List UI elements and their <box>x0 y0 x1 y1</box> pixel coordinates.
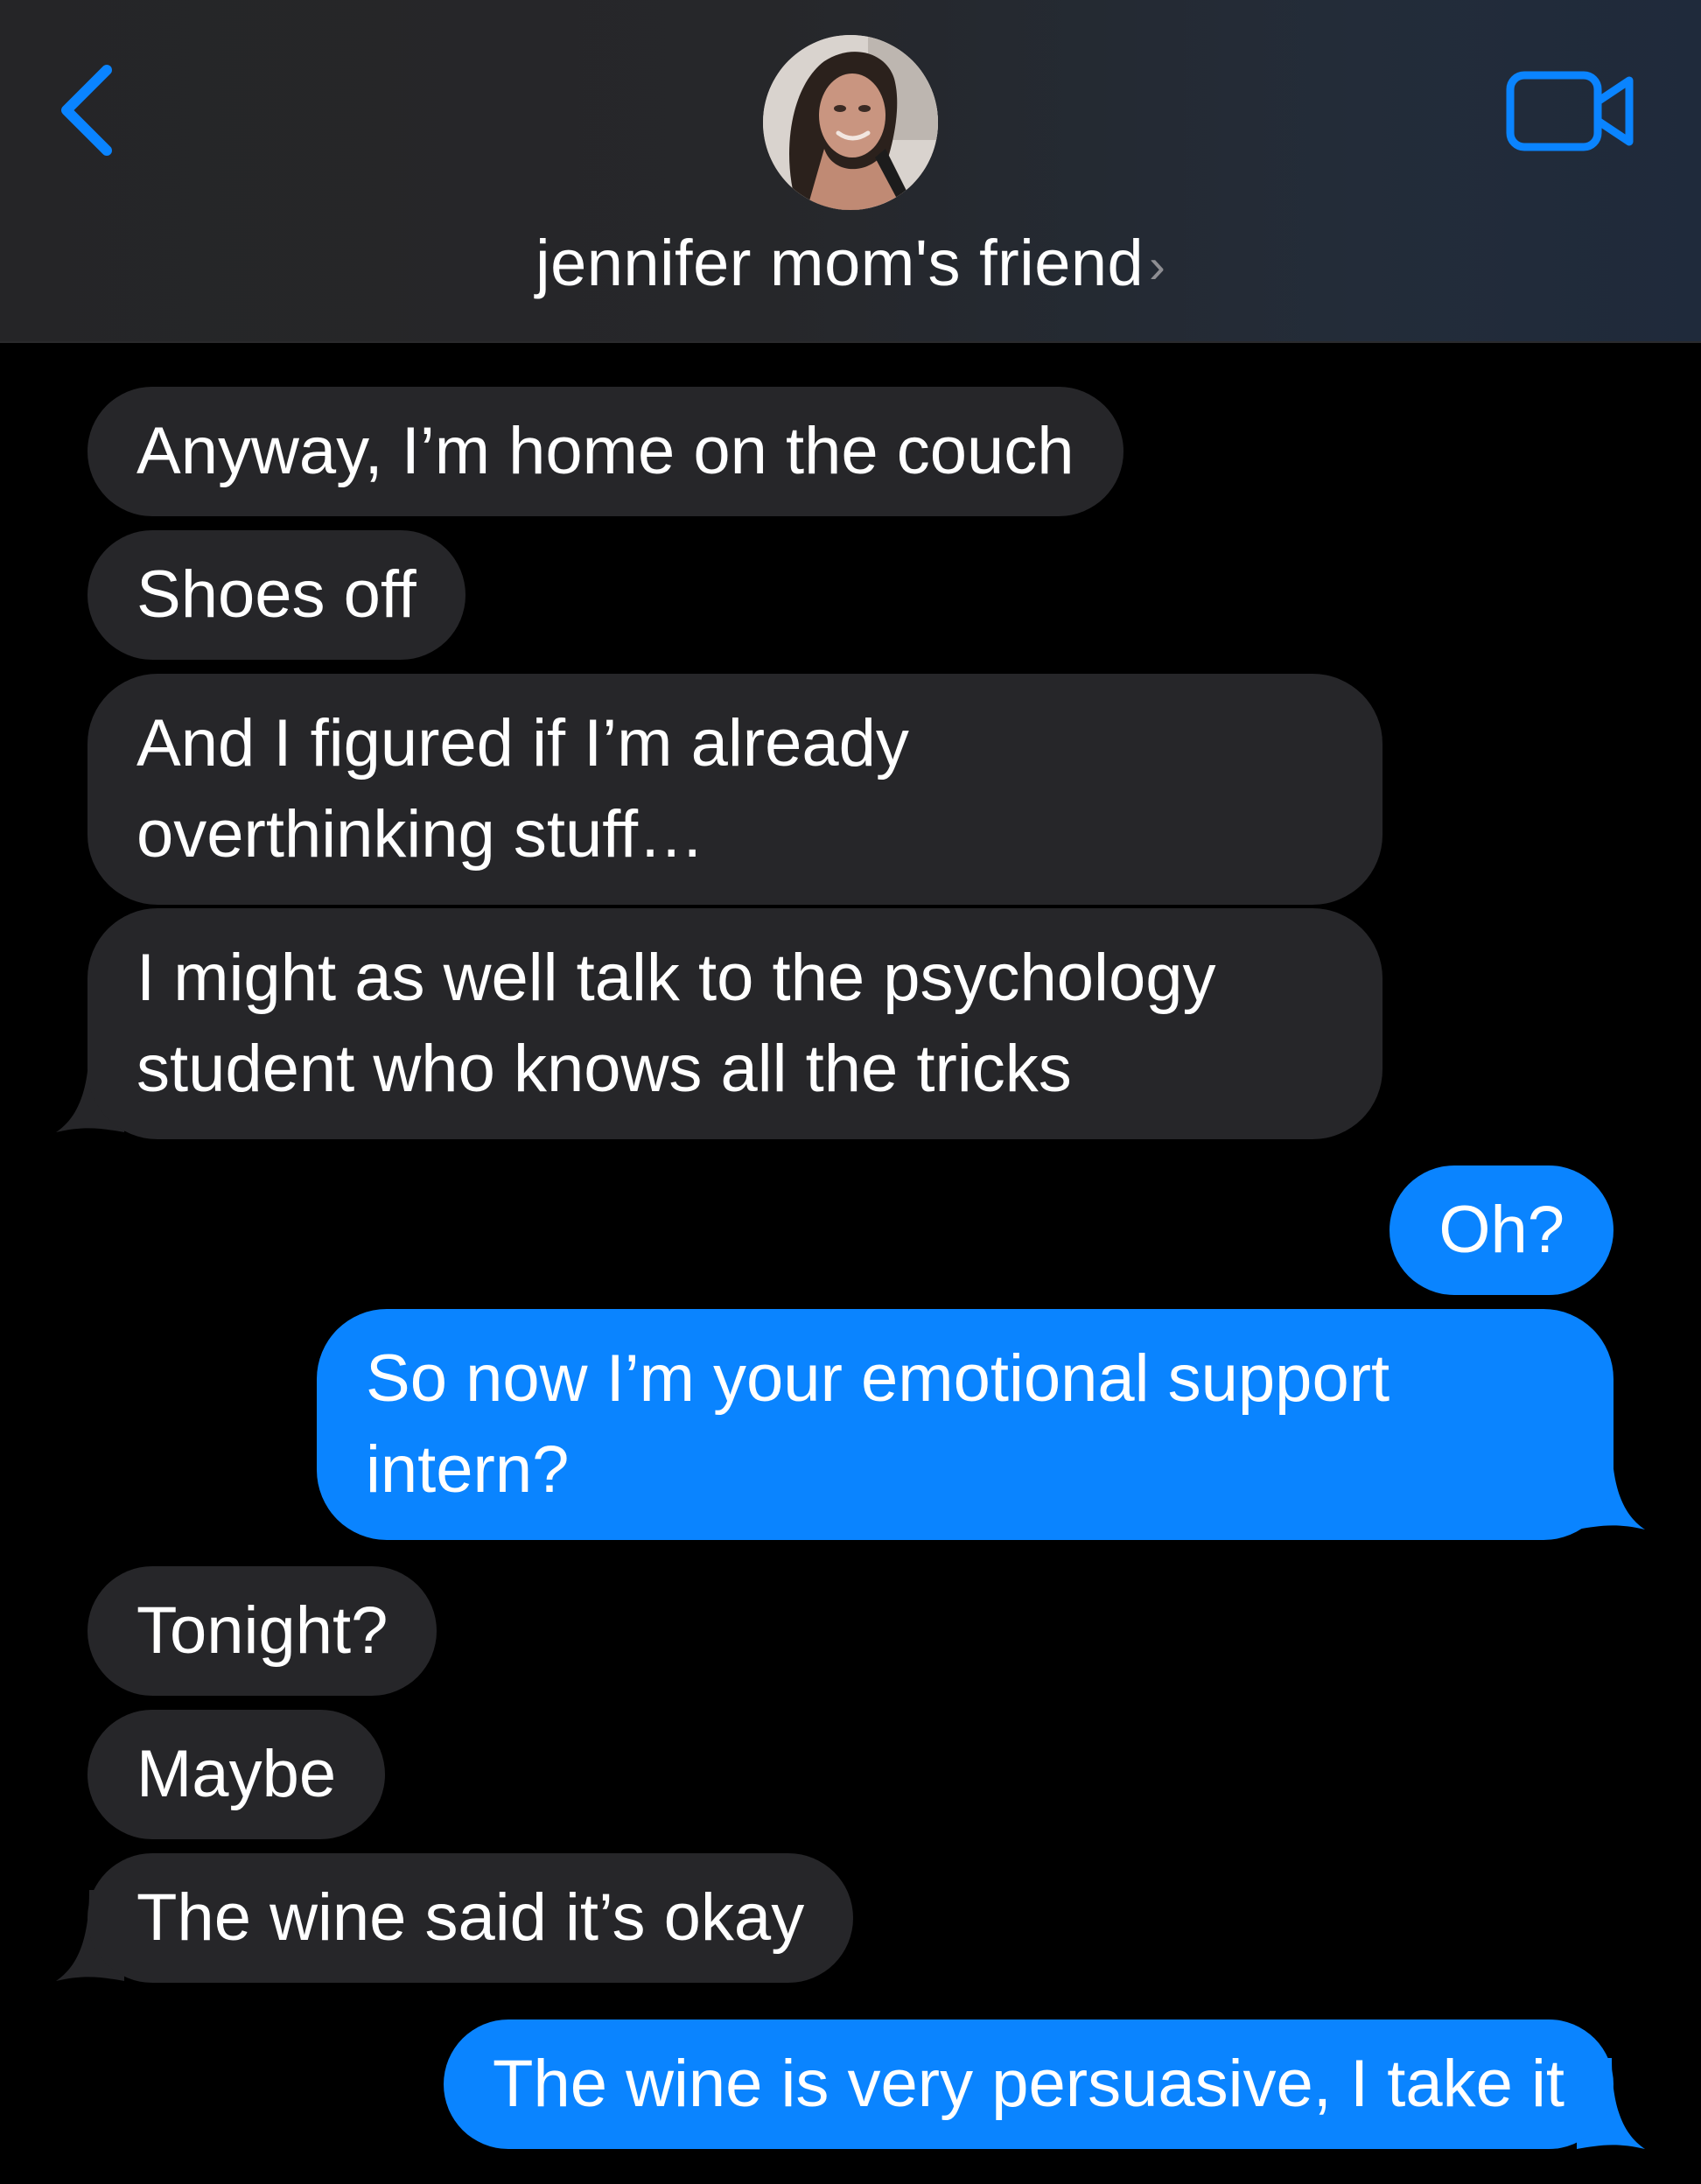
message-text: The wine is very persuasive, I take it <box>493 2047 1564 2121</box>
message-text-line: overthinking stuff… <box>136 797 705 872</box>
video-camera-icon <box>1506 71 1634 151</box>
incoming-message[interactable]: I might as well talk to the psychology s… <box>88 908 1382 1139</box>
outgoing-message[interactable]: So now I’m your emotional support intern… <box>317 1309 1614 1540</box>
message-text: Maybe <box>136 1737 337 1811</box>
chevron-right-icon: › <box>1149 237 1166 293</box>
message-text-line: So now I’m your emotional support <box>366 1341 1390 1416</box>
contact-name-button[interactable]: jennifer mom's friend › <box>0 219 1701 306</box>
outgoing-message[interactable]: Oh? <box>1390 1166 1614 1295</box>
avatar-photo <box>763 35 938 210</box>
message-text-line: student who knows all the tricks <box>136 1032 1072 1106</box>
back-button[interactable] <box>52 58 131 163</box>
incoming-message[interactable]: Tonight? <box>88 1566 438 1696</box>
facetime-video-button[interactable] <box>1502 63 1642 159</box>
message-text-line: I might as well talk to the psychology <box>136 941 1216 1015</box>
contact-avatar[interactable] <box>763 35 938 210</box>
message-text-line: And I figured if I’m already <box>136 706 909 780</box>
message-text: Shoes off <box>136 557 416 632</box>
outgoing-message[interactable]: The wine is very persuasive, I take it <box>444 2020 1614 2149</box>
incoming-message[interactable]: And I figured if I’m already overthinkin… <box>88 674 1382 905</box>
message-text: Oh? <box>1438 1193 1564 1267</box>
contact-name: jennifer mom's friend <box>536 226 1144 299</box>
incoming-message[interactable]: Shoes off <box>88 530 466 660</box>
message-text: Tonight? <box>136 1593 388 1668</box>
incoming-message[interactable]: The wine said it’s okay <box>88 1853 854 1983</box>
incoming-message[interactable]: Anyway, I’m home on the couch <box>88 387 1124 516</box>
message-text: The wine said it’s okay <box>136 1880 805 1955</box>
message-text-line: intern? <box>366 1432 570 1507</box>
message-text: Anyway, I’m home on the couch <box>136 414 1074 488</box>
conversation-header: jennifer mom's friend › <box>0 0 1701 343</box>
incoming-message[interactable]: Maybe <box>88 1710 386 1839</box>
chevron-left-icon <box>61 65 112 156</box>
